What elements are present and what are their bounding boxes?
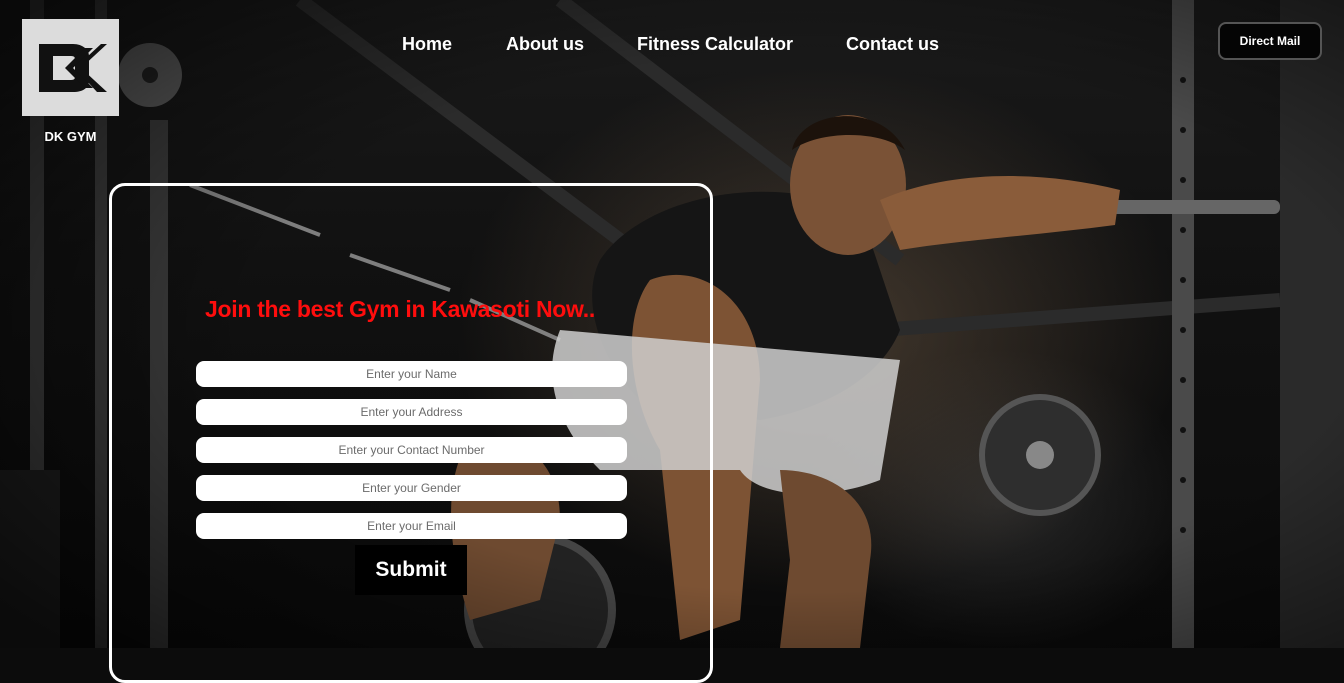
direct-mail-button[interactable]: Direct Mail — [1218, 22, 1322, 60]
nav-home[interactable]: Home — [402, 34, 452, 55]
nav-fitness-calculator[interactable]: Fitness Calculator — [637, 34, 793, 55]
main-nav: Home About us Fitness Calculator Contact… — [0, 34, 1344, 58]
signup-headline: Join the best Gym in Kawasoti Now.. — [205, 296, 595, 322]
email-input[interactable] — [196, 513, 627, 539]
nav-about-us[interactable]: About us — [506, 34, 584, 55]
name-input[interactable] — [196, 361, 627, 387]
signup-card — [109, 183, 713, 683]
brand-caption: DK GYM — [44, 129, 97, 144]
submit-button[interactable]: Submit — [355, 545, 467, 595]
gender-input[interactable] — [196, 475, 627, 501]
contact-number-input[interactable] — [196, 437, 627, 463]
nav-contact-us[interactable]: Contact us — [846, 34, 939, 55]
address-input[interactable] — [196, 399, 627, 425]
